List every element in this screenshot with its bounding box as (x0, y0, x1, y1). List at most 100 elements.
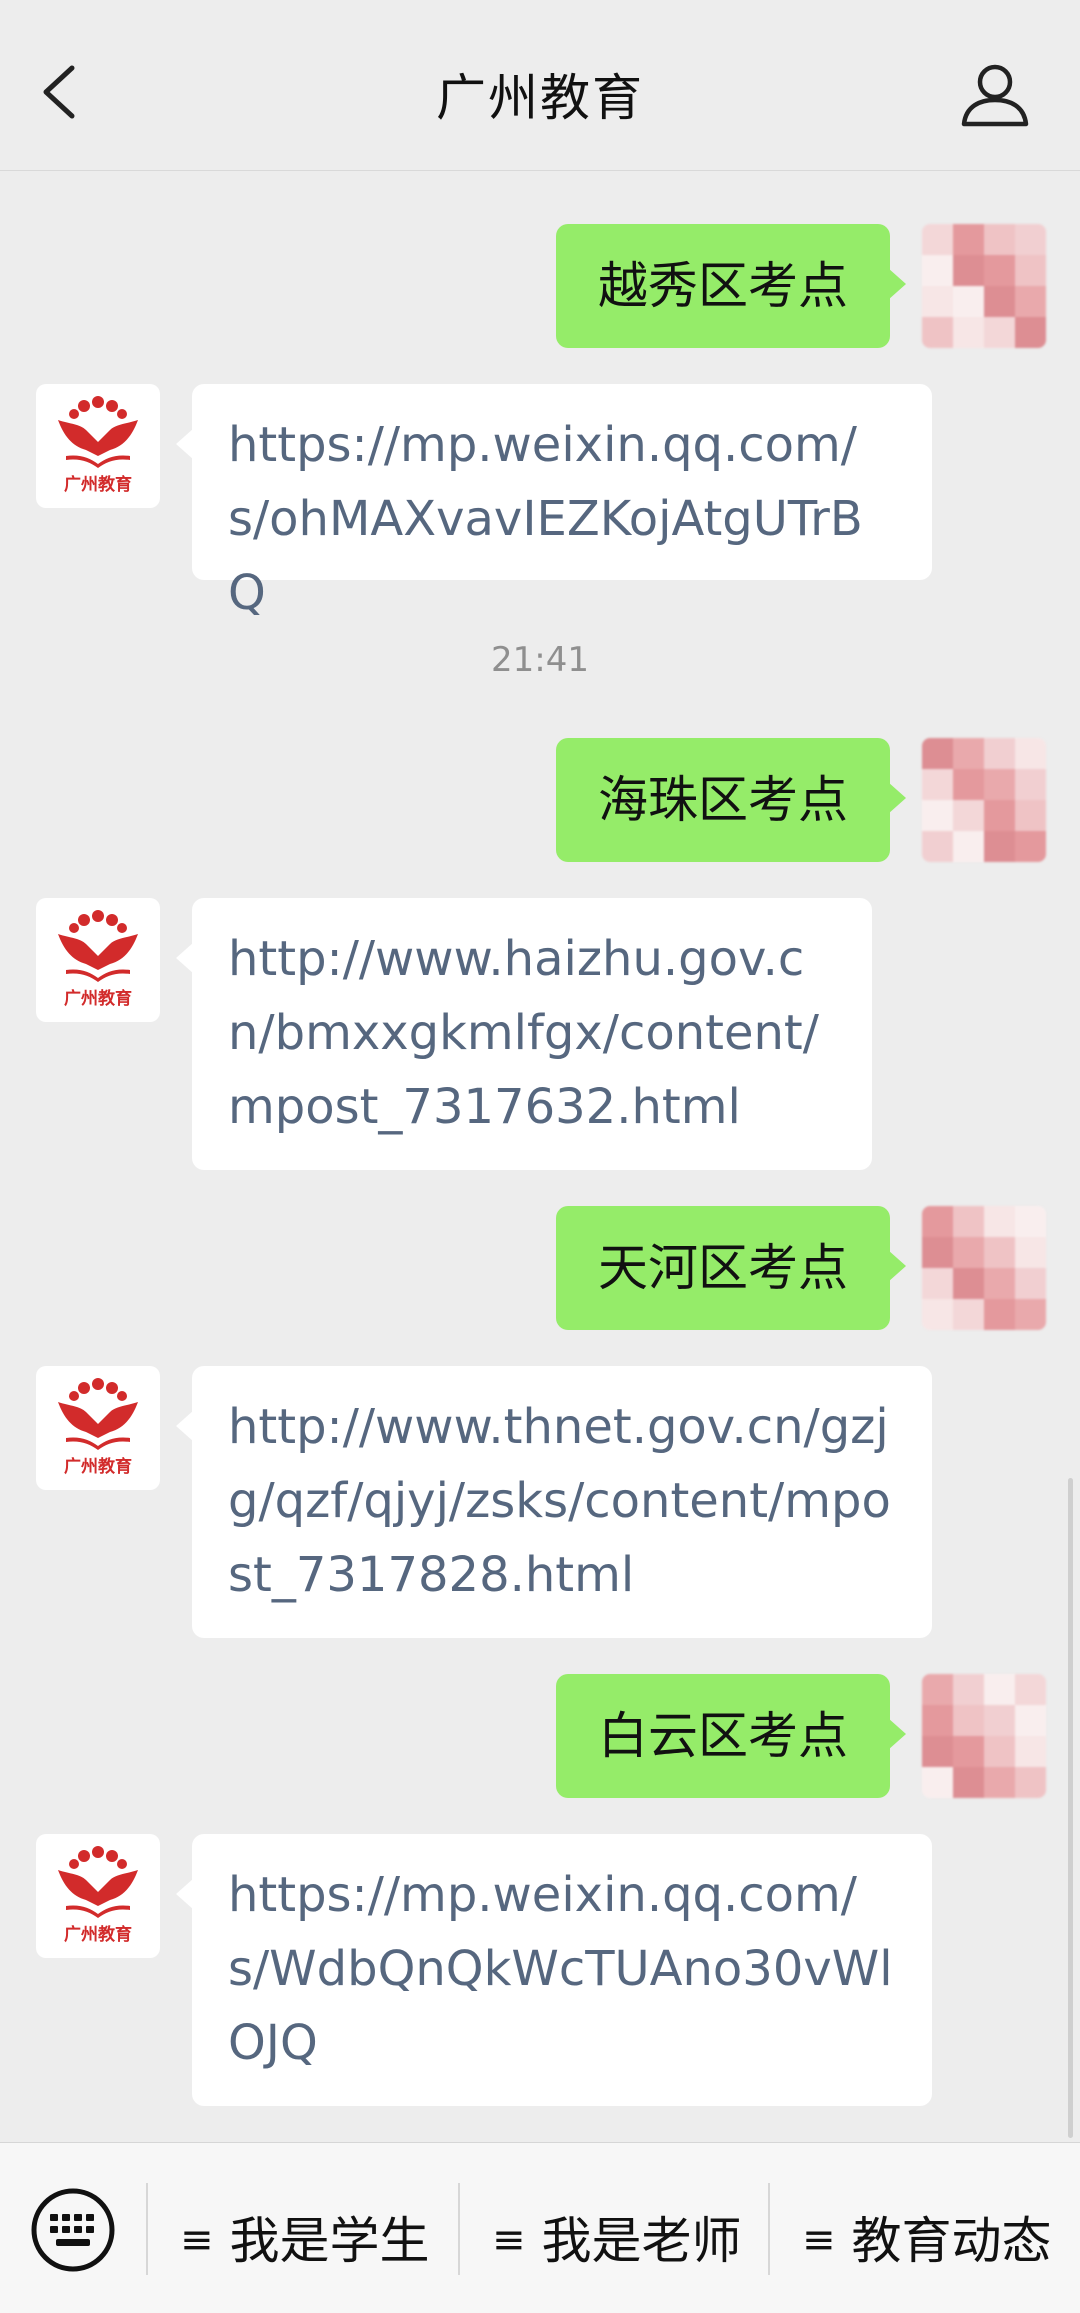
avatar-mosaic-tile (953, 738, 984, 769)
user-avatar[interactable] (922, 1674, 1046, 1798)
menu-list-icon: ≡ (802, 2217, 836, 2263)
avatar-mosaic-tile (922, 1206, 953, 1237)
avatar-mosaic-tile (953, 1674, 984, 1705)
chat-area[interactable]: 越秀区考点 广州教育 https://mp.weixin.qq.com/s/oh… (0, 170, 1080, 2142)
avatar-mosaic-tile (922, 1705, 953, 1736)
avatar-mosaic-tile (1015, 224, 1046, 255)
user-avatar[interactable] (922, 1206, 1046, 1330)
avatar-mosaic-tile (922, 1736, 953, 1767)
menu-divider (146, 2183, 148, 2275)
avatar-mosaic-tile (984, 1736, 1015, 1767)
menu-item-news[interactable]: ≡ 教育动态 (802, 2201, 1052, 2273)
svg-text:广州教育: 广州教育 (64, 1924, 132, 1945)
avatar-mosaic-tile (922, 1299, 953, 1330)
avatar-mosaic-tile (984, 800, 1015, 831)
org-avatar[interactable]: 广州教育 (36, 1366, 160, 1490)
org-avatar[interactable]: 广州教育 (36, 1834, 160, 1958)
outgoing-message[interactable]: 海珠区考点 (556, 738, 906, 862)
menu-divider (768, 2183, 770, 2275)
menu-divider (458, 2183, 460, 2275)
guangzhou-education-logo-icon: 广州教育 (58, 1846, 138, 1945)
avatar-mosaic-tile (1015, 738, 1046, 769)
avatar-mosaic-tile (1015, 317, 1046, 348)
avatar-mosaic-tile (984, 255, 1015, 286)
avatar-mosaic-tile (984, 1237, 1015, 1268)
avatar-mosaic-tile (1015, 800, 1046, 831)
avatar-mosaic-tile (953, 1237, 984, 1268)
menu-item-teacher[interactable]: ≡ 我是老师 (492, 2201, 742, 2273)
avatar-mosaic-tile (1015, 255, 1046, 286)
avatar-mosaic-tile (1015, 1268, 1046, 1299)
avatar-mosaic-tile (922, 317, 953, 348)
user-avatar[interactable] (922, 224, 1046, 348)
avatar-mosaic-tile (953, 800, 984, 831)
avatar-mosaic-tile (953, 831, 984, 862)
org-avatar[interactable]: 广州教育 (36, 898, 160, 1022)
incoming-link-message[interactable]: http://www.haizhu.gov.cn/bmxxgkmlfgx/con… (176, 898, 872, 1170)
avatar-mosaic-tile (953, 1705, 984, 1736)
svg-text:广州教育: 广州教育 (64, 1456, 132, 1477)
profile-button[interactable] (960, 62, 1030, 128)
org-avatar[interactable]: 广州教育 (36, 384, 160, 508)
avatar-mosaic-tile (922, 224, 953, 255)
user-avatar[interactable] (922, 738, 1046, 862)
avatar-mosaic-tile (922, 255, 953, 286)
avatar-mosaic-tile (984, 1299, 1015, 1330)
menu-item-label: 教育动态 (851, 2212, 1052, 2270)
outgoing-message[interactable]: 白云区考点 (556, 1674, 906, 1798)
avatar-mosaic-tile (984, 224, 1015, 255)
avatar-mosaic-tile (922, 1237, 953, 1268)
menu-item-label: 我是老师 (541, 2212, 742, 2270)
svg-text:广州教育: 广州教育 (64, 988, 132, 1009)
avatar-mosaic-tile (922, 286, 953, 317)
guangzhou-education-logo-icon: 广州教育 (58, 396, 138, 495)
avatar-mosaic-tile (1015, 1237, 1046, 1268)
avatar-mosaic-tile (953, 286, 984, 317)
scrollbar[interactable] (1068, 1478, 1073, 2138)
avatar-mosaic-tile (984, 1206, 1015, 1237)
person-icon (961, 64, 1029, 127)
avatar-mosaic-tile (984, 1767, 1015, 1798)
avatar-mosaic-tile (953, 317, 984, 348)
avatar-mosaic-tile (953, 769, 984, 800)
avatar-mosaic-tile (984, 317, 1015, 348)
bottom-menu-bar: ≡ 我是学生 ≡ 我是老师 ≡ 教育动态 (0, 2142, 1080, 2313)
avatar-mosaic-tile (1015, 1767, 1046, 1798)
avatar-mosaic-tile (984, 1705, 1015, 1736)
avatar-mosaic-tile (1015, 1206, 1046, 1237)
guangzhou-education-logo-icon: 广州教育 (58, 1378, 138, 1477)
outgoing-message[interactable]: 天河区考点 (556, 1206, 906, 1330)
avatar-mosaic-tile (1015, 286, 1046, 317)
avatar-mosaic-tile (984, 769, 1015, 800)
avatar-mosaic-tile (1015, 1736, 1046, 1767)
timestamp: 21:41 (491, 640, 589, 680)
avatar-mosaic-tile (1015, 1674, 1046, 1705)
avatar-mosaic-tile (984, 1674, 1015, 1705)
avatar-mosaic-tile (953, 1299, 984, 1330)
avatar-mosaic-tile (953, 1767, 984, 1798)
avatar-mosaic-tile (922, 738, 953, 769)
avatar-mosaic-tile (953, 1736, 984, 1767)
keyboard-toggle-button[interactable] (30, 2187, 116, 2273)
avatar-mosaic-tile (984, 1268, 1015, 1299)
keyboard-icon (31, 2188, 115, 2272)
avatar-mosaic-tile (1015, 1299, 1046, 1330)
outgoing-message[interactable]: 越秀区考点 (556, 224, 906, 348)
incoming-link-message[interactable]: http://www.thnet.gov.cn/gzjg/qzf/qjyj/zs… (176, 1366, 932, 1638)
incoming-link-message[interactable]: https://mp.weixin.qq.com/s/WdbQnQkWcTUAn… (176, 1834, 932, 2106)
avatar-mosaic-tile (1015, 769, 1046, 800)
avatar-mosaic-tile (953, 255, 984, 286)
avatar-mosaic-tile (922, 769, 953, 800)
avatar-mosaic-tile (953, 1268, 984, 1299)
menu-item-label: 我是学生 (229, 2212, 430, 2270)
avatar-mosaic-tile (1015, 831, 1046, 862)
incoming-link-message[interactable]: https://mp.weixin.qq.com/s/ohMAXvavIEZKo… (176, 384, 932, 621)
svg-text:广州教育: 广州教育 (64, 474, 132, 495)
avatar-mosaic-tile (984, 738, 1015, 769)
avatar-mosaic-tile (922, 831, 953, 862)
avatar-mosaic-tile (984, 286, 1015, 317)
avatar-mosaic-tile (953, 224, 984, 255)
avatar-mosaic-tile (984, 831, 1015, 862)
guangzhou-education-logo-icon: 广州教育 (58, 910, 138, 1009)
menu-item-student[interactable]: ≡ 我是学生 (180, 2201, 430, 2273)
